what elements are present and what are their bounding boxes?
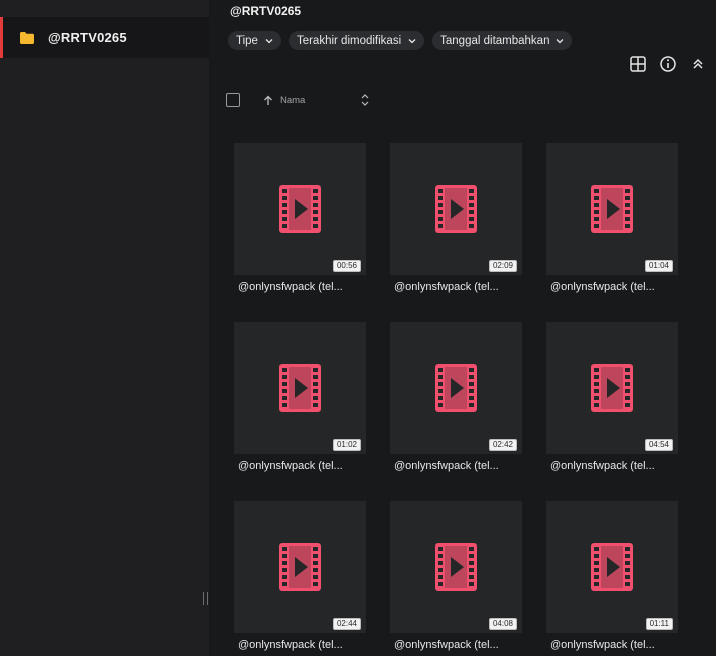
filter-label: Tanggal ditambahkan (440, 34, 550, 47)
video-file-icon (279, 185, 321, 233)
file-card[interactable]: 04:54 @onlynsfwpack (tel... (546, 322, 678, 472)
collapse-up-icon[interactable] (689, 55, 707, 73)
chevron-down-icon (557, 38, 564, 43)
duration-badge: 00:56 (332, 260, 361, 272)
file-name: @onlynsfwpack (tel... (238, 460, 343, 472)
file-name: @onlynsfwpack (tel... (238, 639, 343, 651)
duration-badge: 02:09 (488, 260, 517, 272)
filter-type-button[interactable]: Tipe (228, 31, 281, 50)
file-name: @onlynsfwpack (tel... (550, 281, 655, 293)
resize-handle[interactable] (203, 592, 208, 605)
video-thumbnail[interactable]: 04:08 (390, 501, 522, 633)
chevron-down-icon (265, 38, 273, 43)
video-thumbnail[interactable]: 02:42 (390, 322, 522, 454)
main-content: @RRTV0265 Tipe Terakhir dimodifikasi Tan… (209, 0, 716, 656)
chevron-down-icon (408, 38, 416, 43)
duration-badge: 01:02 (332, 439, 361, 451)
video-thumbnail[interactable]: 02:09 (390, 143, 522, 275)
file-name: @onlynsfwpack (tel... (394, 460, 499, 472)
view-toolbar (629, 55, 707, 73)
filter-added-button[interactable]: Tanggal ditambahkan (432, 31, 573, 50)
sidebar-item-folder[interactable]: @RRTV0265 (0, 17, 209, 58)
video-file-icon (279, 543, 321, 591)
file-card[interactable]: 04:08 @onlynsfwpack (tel... (390, 501, 522, 651)
file-name: @onlynsfwpack (tel... (394, 639, 499, 651)
arrow-up-icon[interactable] (263, 95, 273, 106)
video-file-icon (435, 364, 477, 412)
video-thumbnail[interactable]: 01:04 (546, 143, 678, 275)
file-card[interactable]: 02:44 @onlynsfwpack (tel... (234, 501, 366, 651)
file-name: @onlynsfwpack (tel... (550, 639, 655, 651)
duration-badge: 01:04 (644, 260, 673, 272)
info-icon[interactable] (659, 55, 677, 73)
video-file-icon (435, 185, 477, 233)
file-card[interactable]: 00:56 @onlynsfwpack (tel... (234, 143, 366, 293)
duration-badge: 02:44 (332, 618, 361, 630)
file-name: @onlynsfwpack (tel... (550, 460, 655, 472)
filter-modified-button[interactable]: Terakhir dimodifikasi (288, 31, 425, 50)
video-file-icon (279, 364, 321, 412)
duration-badge: 04:08 (488, 618, 517, 630)
page-title: @RRTV0265 (230, 4, 302, 18)
duration-badge: 01:11 (645, 618, 673, 630)
filter-label: Terakhir dimodifikasi (296, 34, 402, 47)
sidebar: @RRTV0265 (0, 0, 209, 656)
filter-label: Tipe (236, 34, 258, 47)
video-thumbnail[interactable]: 01:11 (546, 501, 678, 633)
file-name: @onlynsfwpack (tel... (394, 281, 499, 293)
video-file-icon (591, 185, 633, 233)
file-name: @onlynsfwpack (tel... (238, 281, 343, 293)
sort-label[interactable]: Nama (280, 95, 305, 106)
sort-toggle-icon[interactable] (361, 94, 369, 106)
video-file-icon (591, 364, 633, 412)
file-card[interactable]: 01:04 @onlynsfwpack (tel... (546, 143, 678, 293)
folder-icon (20, 31, 34, 44)
filter-bar: Tipe Terakhir dimodifikasi Tanggal ditam… (228, 31, 573, 50)
duration-badge: 04:54 (644, 439, 673, 451)
video-file-icon (435, 543, 477, 591)
select-all-checkbox[interactable] (226, 93, 240, 107)
file-card[interactable]: 01:11 @onlynsfwpack (tel... (546, 501, 678, 651)
file-card[interactable]: 02:09 @onlynsfwpack (tel... (390, 143, 522, 293)
file-card[interactable]: 02:42 @onlynsfwpack (tel... (390, 322, 522, 472)
duration-badge: 02:42 (488, 439, 517, 451)
video-file-icon (591, 543, 633, 591)
video-thumbnail[interactable]: 01:02 (234, 322, 366, 454)
video-thumbnail[interactable]: 00:56 (234, 143, 366, 275)
sidebar-item-label: @RRTV0265 (48, 30, 127, 45)
sort-bar: Nama (226, 93, 369, 107)
video-thumbnail[interactable]: 04:54 (546, 322, 678, 454)
file-card[interactable]: 01:02 @onlynsfwpack (tel... (234, 322, 366, 472)
video-thumbnail[interactable]: 02:44 (234, 501, 366, 633)
grid-view-icon[interactable] (629, 55, 647, 73)
